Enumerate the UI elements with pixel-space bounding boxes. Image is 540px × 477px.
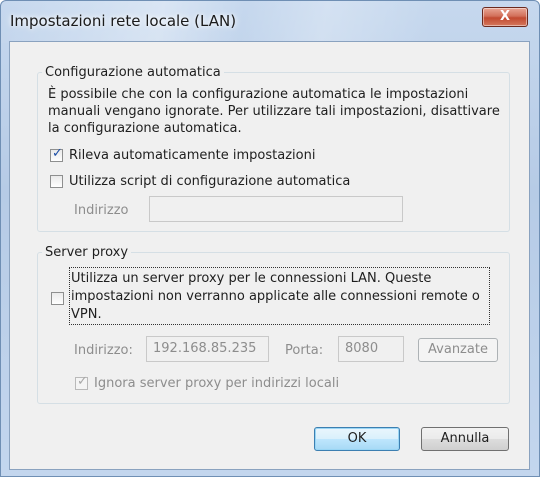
advanced-button[interactable]: Avanzate: [418, 338, 498, 362]
use-proxy-label-line-1: Utilizza un server proxy per le connessi…: [71, 271, 432, 286]
dialog-window: Impostazioni rete locale (LAN) X Configu…: [0, 0, 540, 477]
proxy-port-label: Porta:: [285, 343, 324, 358]
auto-config-description-line-1: È possibile che con la configurazione au…: [48, 87, 469, 102]
use-proxy-checkbox[interactable]: [51, 292, 64, 305]
close-icon: X: [499, 9, 511, 24]
dialog-client-area: Configurazione automatica È possibile ch…: [9, 41, 530, 470]
close-button[interactable]: X: [482, 7, 528, 27]
detect-settings-label[interactable]: Rileva automaticamente impostazioni: [69, 147, 315, 164]
detect-settings-checkbox[interactable]: [50, 146, 63, 162]
use-proxy-label-line-3: VPN.: [71, 307, 102, 322]
bypass-local-checkbox[interactable]: [75, 374, 88, 390]
bypass-local-label[interactable]: Ignora server proxy per indirizzi locali: [94, 375, 339, 392]
script-address-input[interactable]: [149, 196, 403, 222]
proxy-address-input[interactable]: 192.168.85.235: [146, 336, 269, 362]
cancel-button[interactable]: Annulla: [421, 427, 509, 451]
auto-config-script-checkbox[interactable]: [50, 175, 63, 188]
proxy-port-input[interactable]: 8080: [338, 336, 404, 362]
auto-config-description-line-3: la configurazione automatica.: [48, 121, 242, 136]
ok-button[interactable]: OK: [314, 427, 400, 451]
auto-config-description-line-2: manuali vengano ignorate. Per utilizzare…: [48, 104, 500, 119]
proxy-legend: Server proxy: [42, 245, 132, 260]
use-proxy-label[interactable]: Utilizza un server proxy per le connessi…: [69, 267, 490, 325]
auto-config-legend: Configurazione automatica: [42, 65, 224, 80]
script-address-label: Indirizzo: [74, 203, 129, 218]
window-title: Impostazioni rete locale (LAN): [10, 12, 237, 30]
auto-config-script-label[interactable]: Utilizza script di configurazione automa…: [69, 173, 350, 190]
use-proxy-label-line-2: impostazioni non verranno applicate alle…: [71, 289, 480, 304]
proxy-address-label: Indirizzo:: [74, 343, 133, 358]
